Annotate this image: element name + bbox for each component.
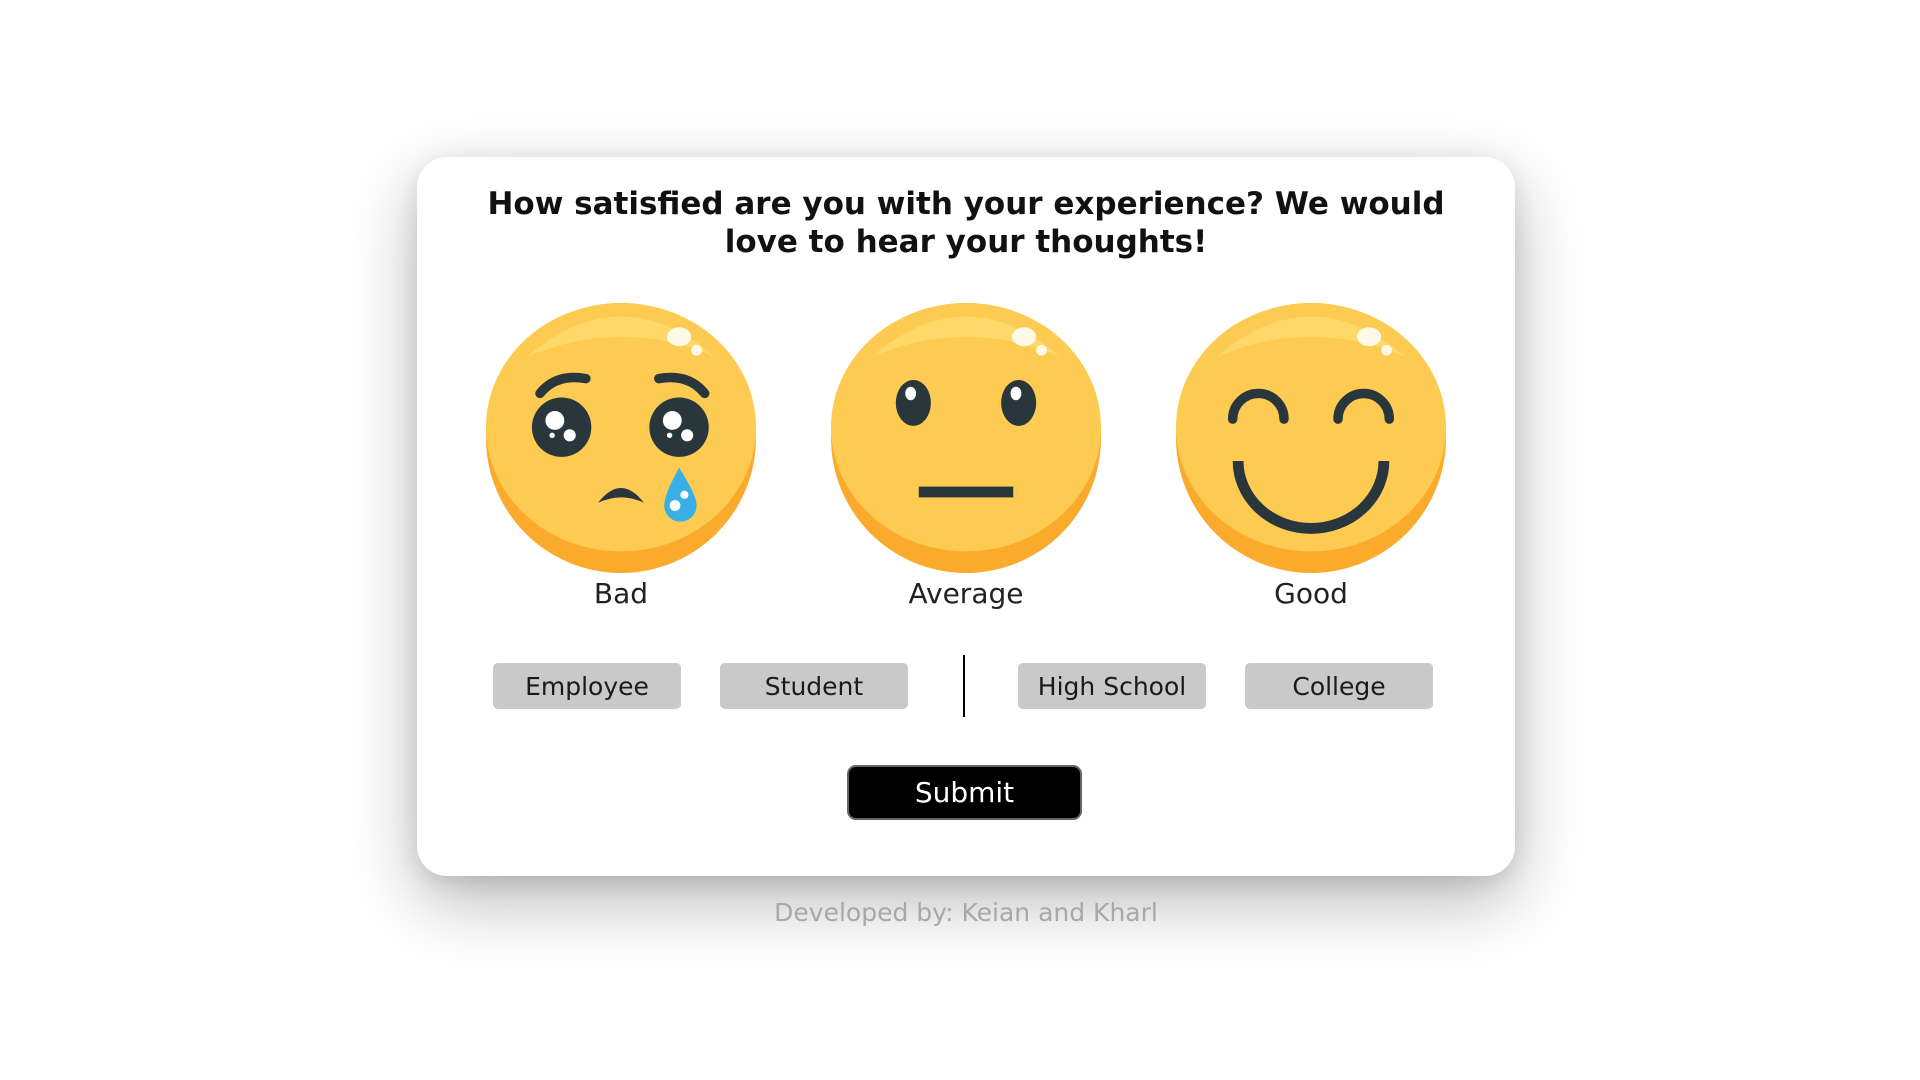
submit-button[interactable]: Submit	[847, 765, 1082, 820]
rating-label-average: Average	[908, 577, 1024, 610]
rating-label-good: Good	[1274, 577, 1348, 610]
smiling-face-icon	[1176, 303, 1446, 573]
survey-card: How satisfied are you with your experien…	[417, 157, 1515, 876]
rating-option-bad[interactable]: Bad	[483, 303, 759, 619]
employee-button[interactable]: Employee	[493, 663, 681, 709]
college-button[interactable]: College	[1245, 663, 1433, 709]
survey-question: How satisfied are you with your experien…	[487, 186, 1445, 260]
neutral-face-icon	[831, 303, 1101, 573]
footer-credit: Developed by: Keian and Kharl	[774, 898, 1158, 927]
rating-option-good[interactable]: Good	[1173, 303, 1449, 619]
high-school-button[interactable]: High School	[1018, 663, 1206, 709]
rating-label-bad: Bad	[593, 577, 649, 610]
student-button[interactable]: Student	[720, 663, 908, 709]
crying-face-icon	[486, 303, 756, 573]
vertical-divider	[963, 655, 965, 717]
rating-option-average[interactable]: Average	[828, 303, 1104, 619]
